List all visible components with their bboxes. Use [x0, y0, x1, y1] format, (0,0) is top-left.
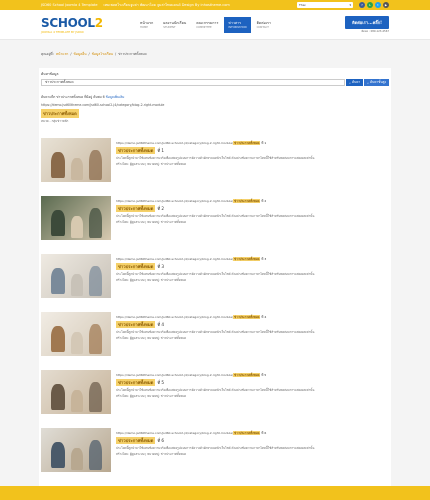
item-url-tag: ข่าวประกาศทั้งหมด	[233, 373, 261, 377]
list-item: https://demo.jsd60theme.com/jsd60-school…	[41, 196, 389, 240]
search-button[interactable]: ⌕ ค้นหา	[346, 79, 364, 86]
item-meta: สร้างโดย: ผู้ดูแลระบบ | หมวดหมู่: ข่าวปร…	[116, 393, 187, 398]
language-select[interactable]: Thai ▾	[297, 2, 353, 8]
phone-text: ติดต่อ : 089-123-4567	[361, 29, 389, 33]
item-url[interactable]: https://demo.jsd60theme.com/jsd60-school…	[116, 141, 389, 145]
breadcrumb-school[interactable]: ข้อมูลโรงเรียน	[92, 52, 113, 57]
item-url-tag: ข่าวประกาศทั้งหมด	[233, 257, 261, 261]
item-title[interactable]: ข่าวประกาศทั้งหมด ที่ 5	[116, 379, 389, 387]
item-url-tag: ข่าวประกาศทั้งหมด	[233, 315, 261, 319]
list-item: https://demo.jsd60theme.com/jsd60-school…	[41, 428, 389, 472]
thumbnail-image[interactable]	[41, 196, 111, 240]
item-url-tag: ข่าวประกาศทั้งหมด	[233, 141, 261, 145]
item-url[interactable]: https://demo.jsd60theme.com/jsd60-school…	[116, 199, 389, 203]
search-label: ค้นหาข้อมูล	[41, 72, 59, 76]
site-name: JSD60 School Joomla 4 Template	[41, 3, 98, 7]
thumbnail-image[interactable]	[41, 312, 111, 356]
item-url-tag: ข่าวประกาศทั้งหมด	[233, 431, 261, 435]
logo[interactable]: SCHOOL2 JOOMLA 4 TEMPLATE BY JSD60	[41, 16, 116, 34]
thumbnail-image[interactable]	[41, 138, 111, 182]
item-meta: สร้างโดย: ผู้ดูแลระบบ | หมวดหมู่: ข่าวปร…	[116, 277, 187, 282]
item-title[interactable]: ข่าวประกาศทั้งหมด ที่ 2	[116, 205, 389, 213]
item-description: ประโยคนี้ถูกนำมาใช้แทนข้อความจริงเพื่อแส…	[116, 330, 315, 335]
advanced-search-button[interactable]: ⌕ ค้นหาขั้นสูง	[364, 79, 389, 86]
item-description: ประโยคนี้ถูกนำมาใช้แทนข้อความจริงเพื่อแส…	[116, 446, 315, 451]
list-item: https://demo.jsd60theme.com/jsd60-school…	[41, 254, 389, 298]
item-meta: สร้างโดย: ผู้ดูแลระบบ | หมวดหมู่: ข่าวปร…	[116, 335, 187, 340]
breadcrumb-other[interactable]: ข้อมูลอื่น	[74, 52, 87, 57]
social-links: f Lt ▶	[359, 2, 389, 8]
search-input[interactable]: ข่าวประกาศทั้งหมด	[41, 79, 346, 86]
facebook-icon[interactable]: f	[359, 2, 365, 8]
result-info: ค้นหาแท็ก ข่าวประกาศทั้งหมด ที่มีอยู่ ค้…	[41, 95, 125, 99]
nav-item-information[interactable]: ข่าวสาร INFORMATION	[224, 16, 251, 33]
nav-item-home[interactable]: หน้าแรก HOME	[136, 17, 157, 33]
search-icon: ⌕	[349, 80, 351, 85]
list-item: https://demo.jsd60theme.com/jsd60-school…	[41, 370, 389, 414]
category-meta: หมวด - กลุ่มข่าวหลัก	[41, 119, 69, 123]
item-url[interactable]: https://demo.jsd60theme.com/jsd60-school…	[116, 257, 389, 261]
category-tag[interactable]: ข่าวประกาศทั้งหมด	[41, 109, 79, 118]
item-description: ประโยคนี้ถูกนำมาใช้แทนข้อความจริงเพื่อแส…	[116, 388, 315, 393]
main-nav: หน้าแรก HOME ผลงานนักเรียน STUDENT คณะกรรมกา…	[136, 16, 275, 33]
item-meta: สร้างโดย: ผู้ดูแลระบบ | หมวดหมู่: ข่าวปร…	[116, 451, 187, 456]
nav-sublabel: COMMITTEE	[196, 26, 212, 29]
item-url-tag: ข่าวประกาศทั้งหมด	[233, 199, 261, 203]
twitter-icon[interactable]: t	[375, 2, 381, 8]
item-url[interactable]: https://demo.jsd60theme.com/jsd60-school…	[116, 431, 389, 435]
top-bar: JSD60 School Joomla 4 Template เทมเพลตโร…	[0, 0, 430, 10]
thumbnail-image[interactable]	[41, 370, 111, 414]
nav-sublabel: HOME	[140, 26, 148, 29]
nav-item-contact[interactable]: ติดต่อเรา CONTACT	[253, 17, 275, 33]
item-title[interactable]: ข่าวประกาศทั้งหมด ที่ 4	[116, 321, 389, 329]
nav-sublabel: INFORMATION	[228, 26, 247, 29]
footer-bar	[0, 486, 430, 500]
breadcrumb-current: ข่าวประกาศทั้งหมด	[118, 51, 147, 56]
item-title[interactable]: ข่าวประกาศทั้งหมด ที่ 6	[116, 437, 389, 445]
search-icon: ⌕	[367, 80, 369, 85]
item-title[interactable]: ข่าวประกาศทั้งหมด ที่ 3	[116, 263, 389, 271]
nav-sublabel: STUDENT	[163, 26, 176, 29]
result-list: https://demo.jsd60theme.com/jsd60-school…	[41, 138, 389, 472]
main-content: ค้นหาข้อมูล ข่าวประกาศทั้งหมด ⌕ ค้นหา ⌕ ค้…	[39, 68, 391, 497]
item-description: ประโยคนี้ถูกนำมาใช้แทนข้อความจริงเพื่อแส…	[116, 272, 315, 277]
thumbnail-image[interactable]	[41, 428, 111, 472]
item-description: ประโยคนี้ถูกนำมาใช้แทนข้อความจริงเพื่อแส…	[116, 214, 315, 219]
nav-sublabel: CONTACT	[256, 26, 269, 29]
breadcrumb-home[interactable]: หน้าแรก	[56, 52, 69, 57]
item-url[interactable]: https://demo.jsd60theme.com/jsd60-school…	[116, 373, 389, 377]
more-info-link[interactable]: ข้อมูลเพิ่มเติม	[106, 95, 125, 99]
item-description: ประโยคนี้ถูกนำมาใช้แทนข้อความจริงเพื่อแส…	[116, 156, 315, 161]
item-meta: สร้างโดย: ผู้ดูแลระบบ | หมวดหมู่: ข่าวปร…	[116, 219, 187, 224]
breadcrumb: คุณอยู่ที่: หน้าแรก / ข้อมูลอื่น / ข้อมูลโ…	[41, 51, 147, 57]
nav-item-student[interactable]: ผลงานนักเรียน STUDENT	[159, 17, 190, 33]
list-item: https://demo.jsd60theme.com/jsd60-school…	[41, 312, 389, 356]
item-title[interactable]: ข่าวประกาศทั้งหมด ที่ 1	[116, 147, 389, 155]
list-item: https://demo.jsd60theme.com/jsd60-school…	[41, 138, 389, 182]
line-icon[interactable]: L	[367, 2, 373, 8]
thumbnail-image[interactable]	[41, 254, 111, 298]
contact-button[interactable]: ติดต่อเรา...คลิ๊ก!	[345, 15, 389, 29]
item-url[interactable]: https://demo.jsd60theme.com/jsd60-school…	[116, 315, 389, 319]
site-header: SCHOOL2 JOOMLA 4 TEMPLATE BY JSD60 หน้าแ…	[0, 10, 430, 40]
youtube-icon[interactable]: ▶	[383, 2, 389, 8]
item-meta: สร้างโดย: ผู้ดูแลระบบ | หมวดหมู่: ข่าวปร…	[116, 161, 187, 166]
chevron-down-icon: ▾	[349, 3, 351, 7]
site-tagline: เทมเพลตโรงเรียนจูมล่า พัฒนาโดย จูมล่าไทย…	[103, 3, 230, 7]
nav-item-committee[interactable]: คณะกรรมการ COMMITTEE	[192, 17, 222, 33]
